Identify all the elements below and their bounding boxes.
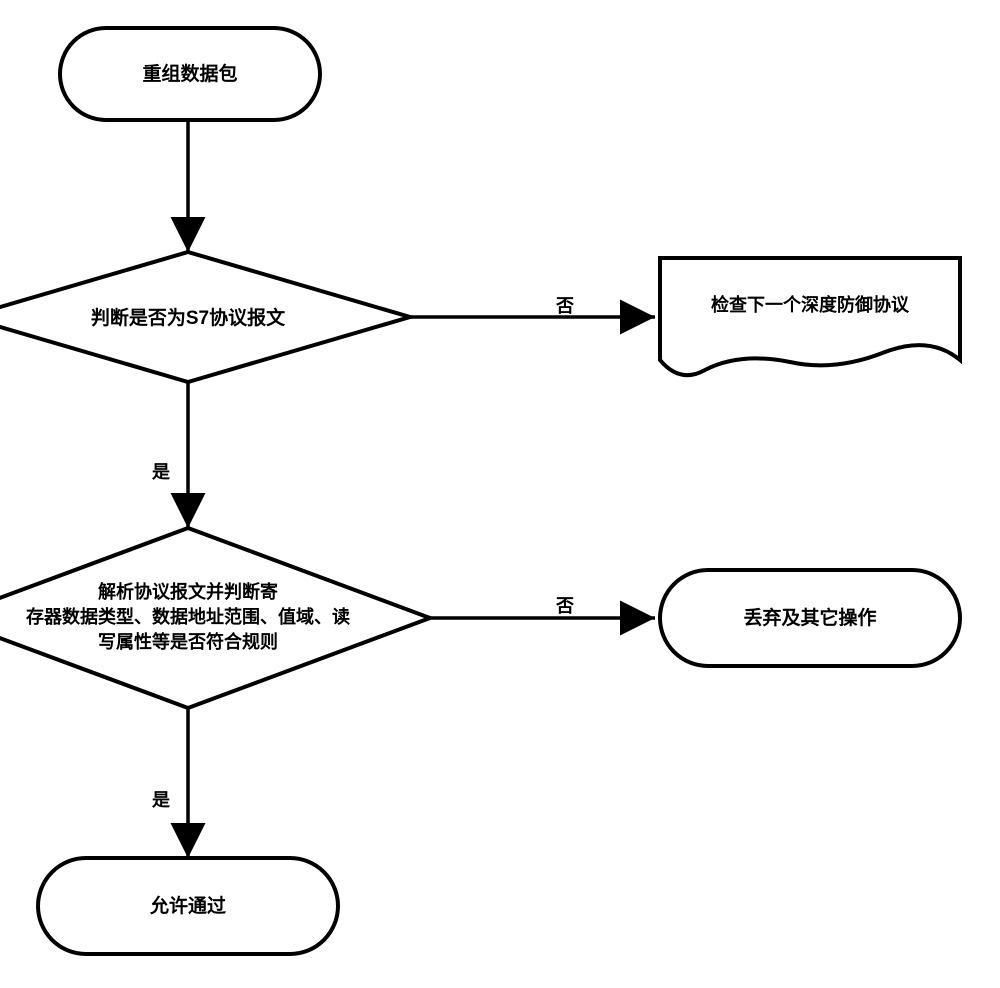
label-pass: 允许通过 — [38, 894, 338, 921]
label-start: 重组数据包 — [60, 62, 320, 89]
label-decision2: 解析协议报文并判断寄 存器数据类型、数据地址范围、值域、读 写属性等是否符合规则 — [0, 580, 392, 656]
label-document: 检查下一个深度防御协议 — [670, 293, 950, 318]
edge-label-no-2: 否 — [556, 592, 574, 618]
label-discard: 丢弃及其它操作 — [660, 606, 960, 633]
edge-label-yes-2: 是 — [152, 786, 170, 812]
edge-label-no-1: 否 — [556, 292, 574, 318]
flowchart-canvas — [0, 0, 1000, 988]
label-decision1: 判断是否为S7协议报文 — [30, 306, 346, 333]
edge-label-yes-1: 是 — [152, 458, 170, 484]
